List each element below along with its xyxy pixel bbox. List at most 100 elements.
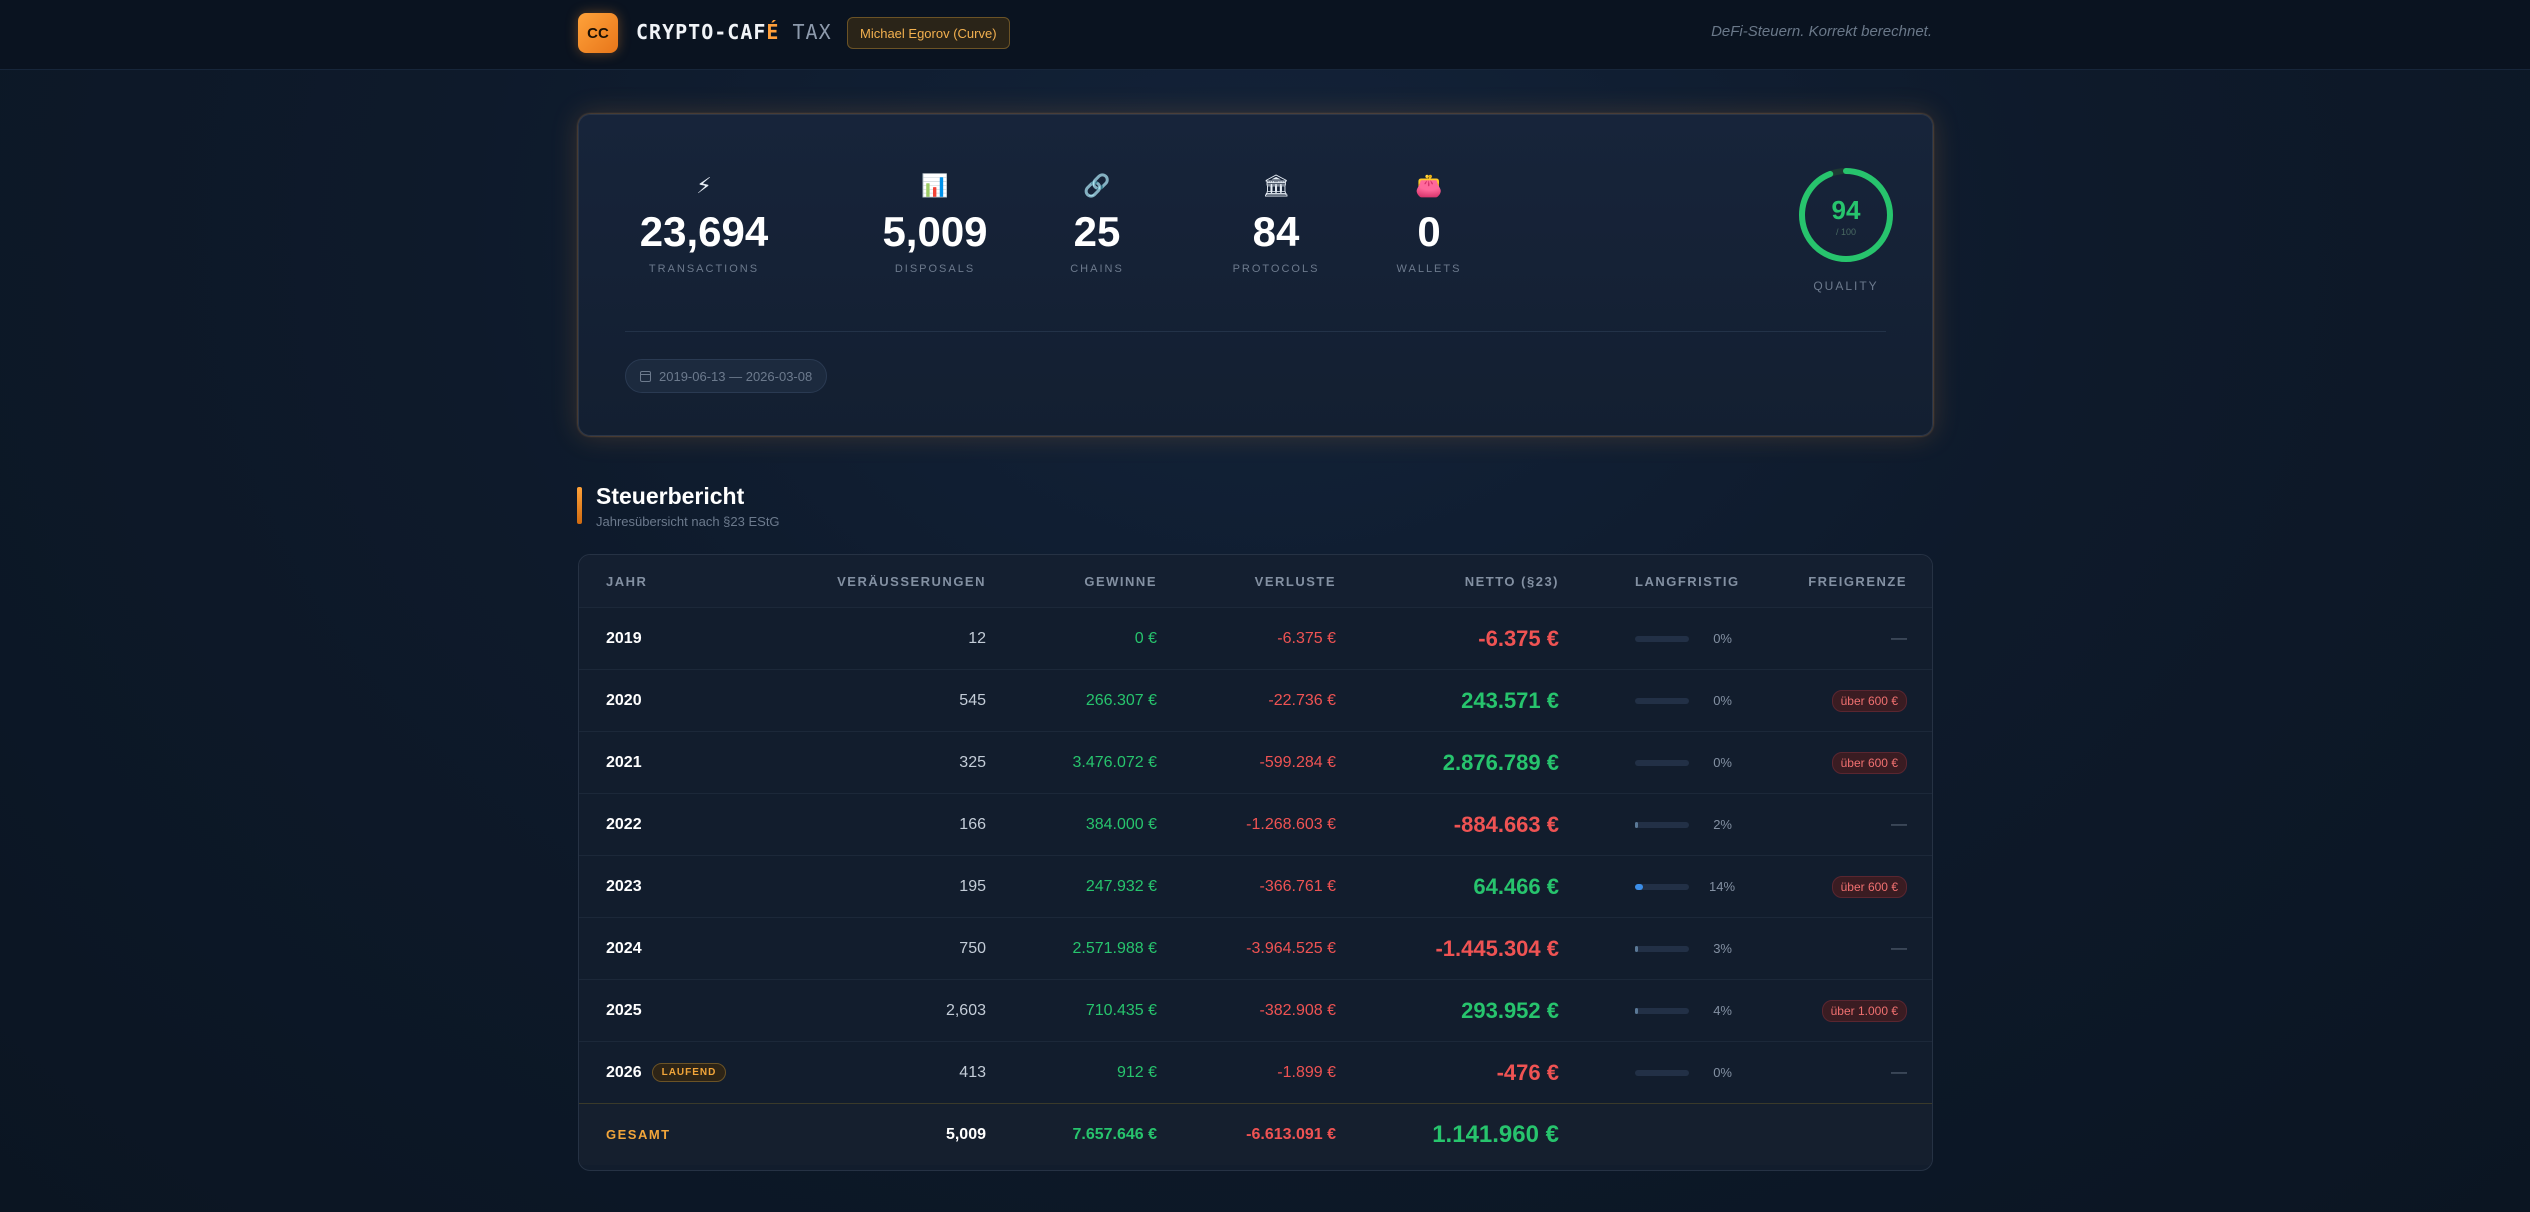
row-year-value: 2024 bbox=[606, 939, 642, 957]
brand-name-accent: É bbox=[766, 20, 780, 44]
longterm-bar bbox=[1635, 1069, 1689, 1076]
table-row[interactable]: 2026 LAUFEND 413 912 € -1.899 € -476 € 0% — bbox=[579, 1041, 1932, 1103]
quality-score: 94 / 100 QUALITY bbox=[1784, 165, 1908, 293]
quality-max: / 100 bbox=[1836, 227, 1856, 237]
row-longterm: 3% bbox=[1635, 918, 1732, 979]
allowance-badge: über 1.000 € bbox=[1821, 999, 1907, 1022]
purse-icon: 👛 bbox=[1415, 173, 1443, 198]
total-net: 1.141.960 € bbox=[1432, 1120, 1559, 1148]
row-losses: -599.284 € bbox=[1259, 753, 1336, 771]
longterm-percent: 4% bbox=[1713, 1003, 1732, 1018]
stat-label: PROTOCOLS bbox=[1232, 263, 1320, 275]
total-disposals: 5,009 bbox=[945, 1125, 986, 1143]
row-net: 293.952 € bbox=[1461, 997, 1559, 1023]
longterm-percent: 0% bbox=[1713, 755, 1732, 770]
date-range-chip[interactable]: 2019-06-13 — 2026-03-08 bbox=[625, 359, 828, 393]
row-gains: 247.932 € bbox=[1085, 877, 1157, 895]
longterm-bar-fill bbox=[1635, 945, 1638, 952]
table-row[interactable]: 2019 12 0 € -6.375 € -6.375 € 0% — bbox=[579, 607, 1932, 669]
allowance-badge: über 600 € bbox=[1831, 875, 1907, 898]
longterm-percent: 14% bbox=[1709, 879, 1736, 894]
row-losses: -366.761 € bbox=[1259, 877, 1336, 895]
allowance-empty: — bbox=[1891, 1063, 1907, 1081]
row-disposals: 750 bbox=[959, 939, 986, 957]
user-chip[interactable]: Michael Egorov (Curve) bbox=[847, 17, 1010, 49]
row-year-value: 2021 bbox=[606, 753, 642, 771]
row-net: -1.445.304 € bbox=[1435, 935, 1559, 961]
table-row[interactable]: 2023 195 247.932 € -366.761 € 64.466 € 14% übe… bbox=[579, 855, 1932, 917]
section-subtitle: Jahresübersicht nach §23 EStG bbox=[596, 514, 780, 529]
table-row[interactable]: 2020 545 266.307 € -22.736 € 243.571 € 0% über… bbox=[579, 669, 1932, 731]
row-losses: -1.899 € bbox=[1277, 1063, 1336, 1081]
brand-logo[interactable]: CC bbox=[578, 13, 618, 53]
header-losses[interactable]: VERLUSTE bbox=[1255, 555, 1336, 607]
row-year: 2023 bbox=[606, 856, 642, 917]
total-losses: -6.613.091 € bbox=[1246, 1125, 1336, 1143]
row-net: -884.663 € bbox=[1453, 811, 1559, 837]
quality-ring: 94 / 100 bbox=[1799, 168, 1893, 262]
row-allowance: über 600 € bbox=[1831, 856, 1907, 917]
quality-label: QUALITY bbox=[1813, 279, 1879, 293]
table-row[interactable]: 2022 166 384.000 € -1.268.603 € -884.663 € 2%… bbox=[579, 793, 1932, 855]
longterm-percent: 0% bbox=[1713, 631, 1732, 646]
total-gains: 7.657.646 € bbox=[1072, 1125, 1157, 1143]
table-row[interactable]: 2021 325 3.476.072 € -599.284 € 2.876.789 € 0… bbox=[579, 731, 1932, 793]
longterm-bar bbox=[1635, 1007, 1689, 1014]
allowance-badge: über 600 € bbox=[1831, 751, 1907, 774]
table-row[interactable]: 2025 2,603 710.435 € -382.908 € 293.952 € 4% ü… bbox=[579, 979, 1932, 1041]
row-disposals: 2,603 bbox=[945, 1001, 986, 1019]
stat-transactions: ⚡ 23,694 TRANSACTIONS bbox=[618, 171, 790, 275]
longterm-percent: 0% bbox=[1713, 1065, 1732, 1080]
row-allowance: — bbox=[1891, 794, 1907, 855]
row-net: 2.876.789 € bbox=[1442, 749, 1559, 775]
brand-name-suffix: TAX bbox=[779, 20, 832, 44]
quality-value: 94 bbox=[1832, 195, 1861, 225]
stat-value: 25 bbox=[1073, 208, 1121, 255]
row-allowance: über 1.000 € bbox=[1821, 980, 1907, 1041]
stat-label: WALLETS bbox=[1396, 263, 1462, 275]
row-year: 2020 bbox=[606, 670, 642, 731]
row-allowance: über 600 € bbox=[1831, 732, 1907, 793]
header-longterm[interactable]: LANGFRISTIG bbox=[1635, 555, 1740, 607]
row-gains: 384.000 € bbox=[1085, 815, 1157, 833]
row-longterm: 2% bbox=[1635, 794, 1732, 855]
row-net: 243.571 € bbox=[1461, 687, 1559, 713]
brand-name[interactable]: CRYPTO-CAFÉ TAX bbox=[636, 20, 832, 44]
header-year[interactable]: JAHR bbox=[606, 555, 647, 607]
row-year: 2026 LAUFEND bbox=[606, 1042, 727, 1103]
row-year: 2024 bbox=[606, 918, 642, 979]
header-net[interactable]: NETTO (§23) bbox=[1465, 555, 1559, 607]
row-allowance: — bbox=[1891, 608, 1907, 669]
running-badge: LAUFEND bbox=[651, 1063, 727, 1082]
stat-wallets: 👛 0 WALLETS bbox=[1369, 171, 1489, 275]
stats-divider bbox=[625, 331, 1886, 332]
stat-protocols: 🏛 84 PROTOCOLS bbox=[1201, 171, 1351, 275]
row-year-value: 2023 bbox=[606, 877, 642, 895]
bar-chart-icon: 📊 bbox=[921, 173, 949, 198]
stat-value: 84 bbox=[1252, 208, 1300, 255]
row-losses: -3.964.525 € bbox=[1246, 939, 1336, 957]
table-row[interactable]: 2024 750 2.571.988 € -3.964.525 € -1.445.304… bbox=[579, 917, 1932, 979]
row-year-value: 2019 bbox=[606, 629, 642, 647]
row-net: -6.375 € bbox=[1478, 625, 1559, 651]
lightning-icon: ⚡ bbox=[696, 173, 712, 198]
row-disposals: 413 bbox=[959, 1063, 986, 1081]
stat-label: CHAINS bbox=[1070, 263, 1124, 275]
bank-icon: 🏛 bbox=[1262, 173, 1290, 198]
header-gains[interactable]: GEWINNE bbox=[1084, 555, 1157, 607]
longterm-bar bbox=[1635, 635, 1689, 642]
row-disposals: 545 bbox=[959, 691, 986, 709]
header-disposals[interactable]: VERÄUSSERUNGEN bbox=[837, 555, 986, 607]
stat-value: 5,009 bbox=[882, 208, 988, 255]
row-year-value: 2025 bbox=[606, 1001, 642, 1019]
longterm-bar bbox=[1635, 759, 1689, 766]
row-gains: 3.476.072 € bbox=[1072, 753, 1157, 771]
stat-disposals: 📊 5,009 DISPOSALS bbox=[855, 171, 1015, 275]
calendar-icon bbox=[640, 370, 651, 382]
row-disposals: 195 bbox=[959, 877, 986, 895]
row-losses: -1.268.603 € bbox=[1246, 815, 1336, 833]
row-longterm: 0% bbox=[1635, 608, 1732, 669]
row-longterm: 0% bbox=[1635, 670, 1732, 731]
allowance-badge: über 600 € bbox=[1831, 689, 1907, 712]
header-allowance[interactable]: FREIGRENZE bbox=[1808, 555, 1907, 607]
